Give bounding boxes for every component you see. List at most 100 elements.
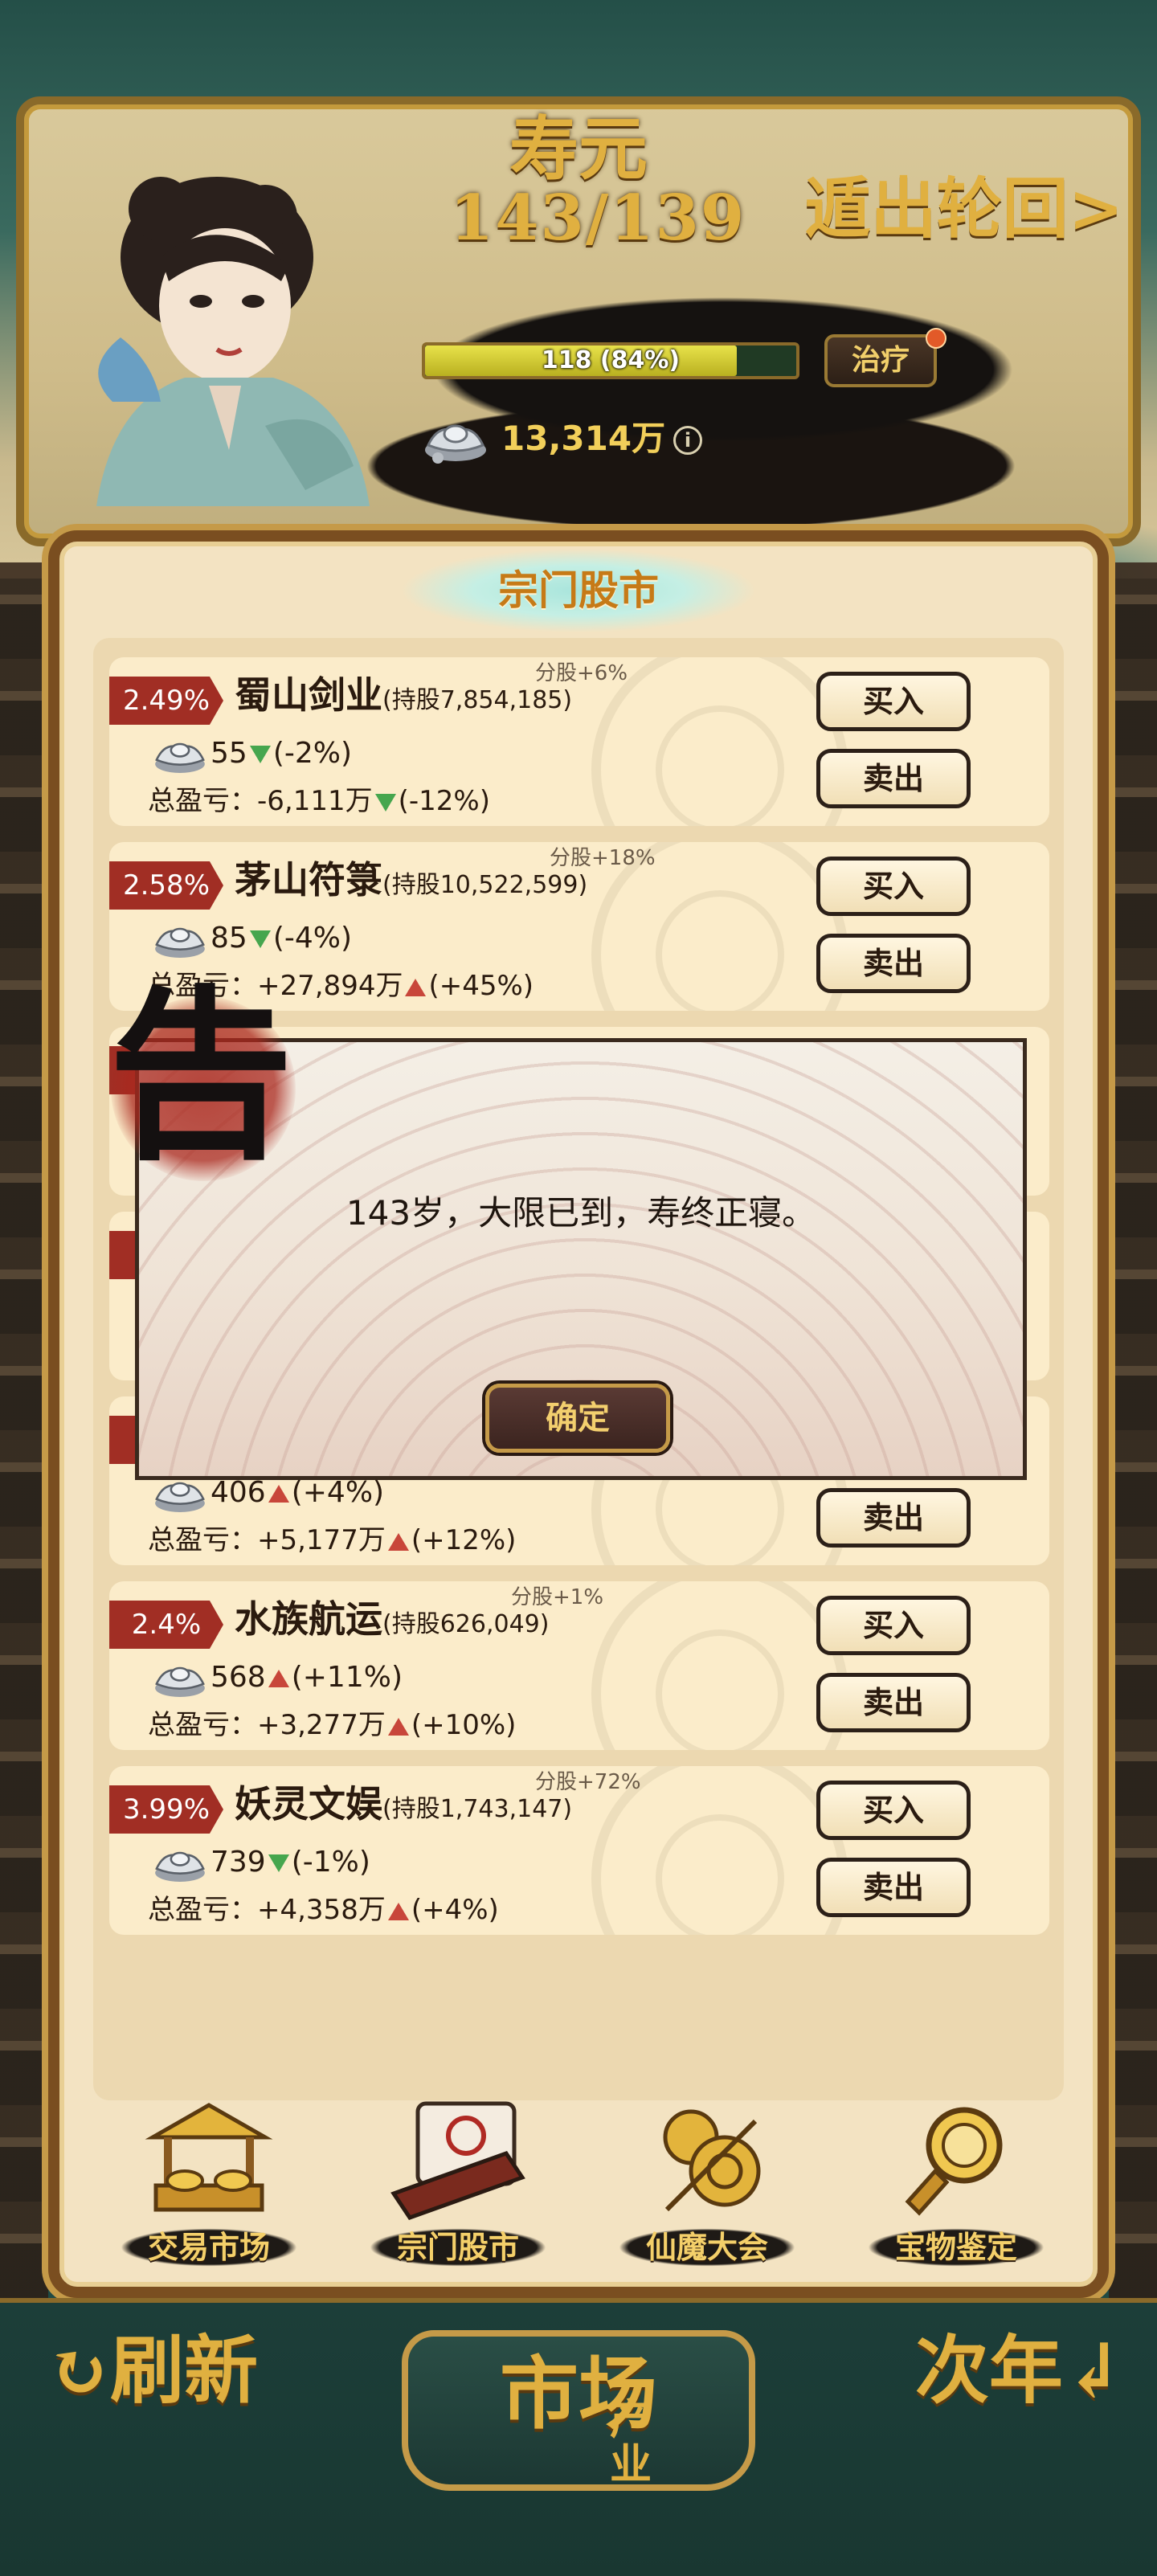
profit-loss: 总盈亏：-6,111万 (-12%): [148, 779, 490, 823]
silver-ingot-icon: [155, 742, 205, 773]
buy-button[interactable]: 买入: [816, 857, 971, 916]
left-scaffold: [0, 562, 48, 2298]
sell-button[interactable]: 卖出: [816, 1488, 971, 1548]
stock-name: 妖灵文娱(持股1,743,147): [235, 1776, 572, 1838]
lifespan-value: 143/139: [450, 182, 746, 255]
arrow-up-icon: [387, 1532, 409, 1551]
price-change: (-4%): [272, 922, 353, 955]
price-change: (+4%): [291, 1476, 385, 1509]
refresh-label: 刷新: [110, 2327, 259, 2414]
stock-holding: (持股10,522,599): [382, 871, 588, 899]
sell-button[interactable]: 卖出: [816, 1858, 971, 1917]
stock-title: 蜀山剑业: [235, 673, 382, 717]
arrow-up-icon: [387, 1717, 409, 1736]
refresh-button[interactable]: ↻刷新: [48, 2314, 321, 2427]
price-value: 568: [211, 1661, 266, 1694]
price-change: (+11%): [291, 1661, 403, 1694]
price-value: 406: [211, 1476, 266, 1509]
stock-split: 分股+6%: [535, 661, 628, 685]
price-value: 55: [211, 737, 247, 770]
right-scaffold: [1109, 562, 1157, 2298]
pnl-label: 总盈亏：: [148, 1709, 257, 1741]
stock-price: 55 (-2%): [211, 731, 352, 776]
lifespan-display: 寿元 143/139: [450, 108, 746, 255]
pnl-change: (+10%): [411, 1709, 517, 1741]
stock-price: 739 (-1%): [211, 1840, 370, 1885]
arrow-down-icon: [374, 793, 396, 812]
panel-title: 宗门股市: [498, 567, 659, 614]
nav-label: 宝物鉴定: [844, 2222, 1069, 2272]
nav-label: 交易市场: [96, 2222, 321, 2272]
stock-split: 分股+1%: [511, 1585, 604, 1609]
price-change: (-1%): [291, 1846, 370, 1879]
stock-holding: (持股1,743,147): [382, 1795, 573, 1823]
heal-button[interactable]: 治疗: [824, 334, 937, 387]
market-industry-toggle[interactable]: 市场 产业: [402, 2330, 755, 2491]
silver-ingot-icon: [155, 1851, 205, 1882]
nav-item-trading-market[interactable]: 交易市场: [88, 2089, 329, 2282]
lifespan-title: 寿元: [509, 108, 648, 190]
sell-button[interactable]: 卖出: [816, 1673, 971, 1732]
sell-button[interactable]: 卖出: [816, 749, 971, 808]
stock-price: 85 (-4%): [211, 916, 352, 961]
exit-reincarnation-button[interactable]: 遁出轮回>: [795, 161, 1133, 257]
pnl-label: 总盈亏：: [148, 1524, 257, 1556]
nav-item-immortal-conference[interactable]: 仙魔大会: [587, 2089, 828, 2282]
refresh-icon: ↻: [48, 2327, 111, 2414]
price-value: 739: [211, 1846, 266, 1879]
notification-dot: [926, 328, 946, 349]
dividend-rate-tag: 3.99%: [109, 1785, 223, 1834]
silver-ingot-icon: [425, 424, 486, 464]
watermark-ring: [656, 1814, 784, 1935]
buy-button[interactable]: 买入: [816, 1781, 971, 1840]
watermark-ring: [656, 1629, 784, 1750]
stock-row: 3.99% 妖灵文娱(持股1,743,147) 分股+72% 739 (-1%) …: [109, 1766, 1049, 1935]
buy-button[interactable]: 买入: [816, 672, 971, 731]
pnl-label: 总盈亏：: [148, 1894, 257, 1926]
hp-text: 118 (84%): [541, 346, 681, 374]
stock-title: 水族航运: [235, 1597, 382, 1641]
watermark-ring: [656, 890, 784, 1011]
arrow-up-icon: [387, 1902, 409, 1920]
stock-holding: (持股7,854,185): [382, 686, 573, 714]
stock-row: 2.4% 水族航运(持股626,049) 分股+1% 568 (+11%) 总盈亏…: [109, 1581, 1049, 1750]
magnifier-icon: [905, 2107, 1003, 2216]
pnl-value: +5,177万: [257, 1524, 386, 1556]
nav-item-treasure-appraisal[interactable]: 宝物鉴定: [836, 2089, 1077, 2282]
dividend-rate-tag: 2.4%: [109, 1601, 223, 1649]
gourd-emblem-icon: [663, 2109, 761, 2212]
stock-split: 分股+18%: [550, 846, 656, 870]
stock-name: 茅山符箓(持股10,522,599): [235, 852, 587, 914]
profit-loss: 总盈亏：+3,277万 (+10%): [148, 1703, 516, 1747]
dialog-message: 143岁，大限已到，寿终正寝。: [345, 1193, 816, 1233]
pnl-label: 总盈亏：: [148, 785, 257, 817]
pnl-value: +4,358万: [257, 1894, 386, 1926]
silver-ingot-icon: [155, 1666, 205, 1697]
sell-button[interactable]: 卖出: [816, 934, 971, 993]
next-year-button[interactable]: 次年↲: [836, 2314, 1125, 2427]
dividend-rate-tag: 2.49%: [109, 677, 223, 725]
stock-title: 妖灵文娱: [235, 1782, 382, 1826]
stock-price: 568 (+11%): [211, 1655, 403, 1700]
silver-ingot-icon: [155, 927, 205, 958]
confirm-button[interactable]: 确定: [485, 1384, 670, 1453]
money-amount: 13,314万: [501, 419, 666, 458]
profit-loss: 总盈亏：+5,177万 (+12%): [148, 1519, 516, 1562]
stock-title: 茅山符箓: [235, 858, 382, 902]
dividend-rate-tag: 2.58%: [109, 861, 223, 910]
center-sub-label: 产业: [609, 2395, 652, 2489]
nav-label: 宗门股市: [345, 2222, 570, 2272]
buy-button[interactable]: 买入: [816, 1596, 971, 1655]
bottom-nav: 交易市场 宗门股市 仙魔大会 宝物鉴定: [88, 2089, 1069, 2282]
next-year-label: 次年: [914, 2327, 1063, 2414]
pnl-change: (+12%): [411, 1524, 517, 1556]
arrow-down-icon: [268, 1854, 289, 1872]
arrow-down-icon: [249, 930, 271, 948]
stock-name: 蜀山剑业(持股7,854,185): [235, 667, 572, 729]
nav-item-sect-stock[interactable]: 宗门股市: [337, 2089, 578, 2282]
arrow-down-icon: [249, 746, 271, 763]
stock-name: 水族航运(持股626,049): [235, 1591, 549, 1653]
price-change: (-2%): [272, 737, 353, 770]
info-icon[interactable]: i: [673, 426, 702, 455]
scroll-stock-icon: [390, 2101, 525, 2221]
